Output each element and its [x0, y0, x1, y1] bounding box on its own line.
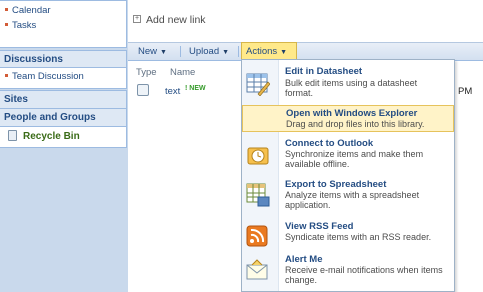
new-badge: ! NEW [185, 85, 206, 92]
quick-launch-recycle: Recycle Bin [0, 126, 127, 148]
nav-item-calendar[interactable]: Calendar [0, 3, 126, 18]
menu-item-title: View RSS Feed [285, 221, 354, 232]
bullet-icon [5, 73, 8, 77]
nav-heading-sites[interactable]: Sites [0, 91, 126, 108]
bullet-icon [5, 22, 8, 26]
menu-item-title: Alert Me [285, 254, 323, 265]
menu-item-export-to-spreadsheet[interactable]: Export to Spreadsheet Analyze items with… [242, 177, 454, 217]
menu-item-title: Open with Windows Explorer [286, 108, 418, 119]
dropdown-arrow-icon: ▼ [160, 49, 167, 56]
nav-item-label: Tasks [12, 20, 37, 31]
nav-item-tasks[interactable]: Tasks [0, 18, 126, 33]
recycle-bin-icon [8, 129, 17, 141]
upload-label: Upload [189, 46, 220, 57]
quick-launch-discussions: Discussions Team Discussion [0, 50, 127, 89]
toolbar-separator [238, 46, 239, 57]
datasheet-icon [246, 73, 270, 96]
menu-item-title: Edit in Datasheet [285, 66, 363, 77]
toolbar-separator [180, 46, 181, 57]
alert-icon [246, 259, 268, 280]
quick-launch-sites: Sites [0, 90, 127, 109]
quick-launch-people: People and Groups [0, 108, 127, 127]
menu-item-description: Syndicate items with an RSS reader. [285, 232, 432, 242]
menu-item-alert-me[interactable]: Alert Me Receive e-mail notifications wh… [242, 252, 454, 292]
nav-item-team-discussion[interactable]: Team Discussion [0, 68, 126, 88]
outlook-icon [247, 147, 269, 165]
column-header-name[interactable]: Name [170, 67, 195, 78]
nav-item-label: Team Discussion [12, 71, 84, 82]
spreadsheet-icon [246, 183, 270, 207]
menu-item-edit-in-datasheet[interactable]: Edit in Datasheet Bulk edit items using … [242, 64, 454, 104]
modified-time-fragment: PM [458, 86, 473, 97]
new-label: New [138, 46, 158, 57]
recycle-bin-link[interactable]: Recycle Bin [0, 127, 126, 147]
upload-menu-button[interactable]: Upload ▼ [189, 43, 229, 60]
document-icon [137, 84, 149, 96]
actions-dropdown-menu: Edit in Datasheet Bulk edit items using … [241, 59, 455, 292]
menu-item-title: Export to Spreadsheet [285, 179, 387, 190]
menu-item-description: Synchronize items and make them availabl… [285, 149, 424, 169]
recycle-bin-label: Recycle Bin [23, 131, 80, 142]
menu-item-connect-to-outlook[interactable]: Connect to Outlook Synchronize items and… [242, 136, 454, 176]
menu-item-title: Connect to Outlook [285, 138, 374, 149]
menu-item-view-rss-feed[interactable]: View RSS Feed Syndicate items with an RS… [242, 219, 454, 251]
bullet-icon [5, 7, 8, 11]
menu-item-description: Analyze items with a spreadsheet applica… [285, 190, 420, 210]
add-new-link-label: Add new link [146, 14, 206, 26]
dropdown-arrow-icon: ▼ [222, 49, 230, 56]
menu-item-description: Drag and drop files into this library. [286, 119, 425, 129]
add-new-link[interactable]: + Add new link [133, 14, 206, 26]
menu-item-open-with-windows-explorer[interactable]: Open with Windows Explorer Drag and drop… [242, 105, 454, 132]
new-menu-button[interactable]: New ▼ [138, 43, 167, 60]
rss-icon [246, 225, 268, 247]
actions-label: Actions [246, 46, 278, 57]
column-header-type[interactable]: Type [136, 67, 157, 78]
menu-item-description: Receive e-mail notifications when items … [285, 265, 443, 285]
quick-launch-lists: Calendar Tasks [0, 0, 127, 48]
quick-launch: Calendar Tasks Discussions Team Discussi… [0, 0, 128, 292]
menu-item-description: Bulk edit items using a datasheet format… [285, 78, 418, 98]
nav-heading-discussions[interactable]: Discussions [0, 51, 126, 68]
dropdown-arrow-icon: ▼ [280, 49, 288, 56]
item-name-link[interactable]: text [165, 86, 180, 97]
nav-heading-people-and-groups[interactable]: People and Groups [0, 109, 126, 126]
add-icon: + [133, 15, 141, 24]
nav-item-label: Calendar [12, 5, 51, 16]
